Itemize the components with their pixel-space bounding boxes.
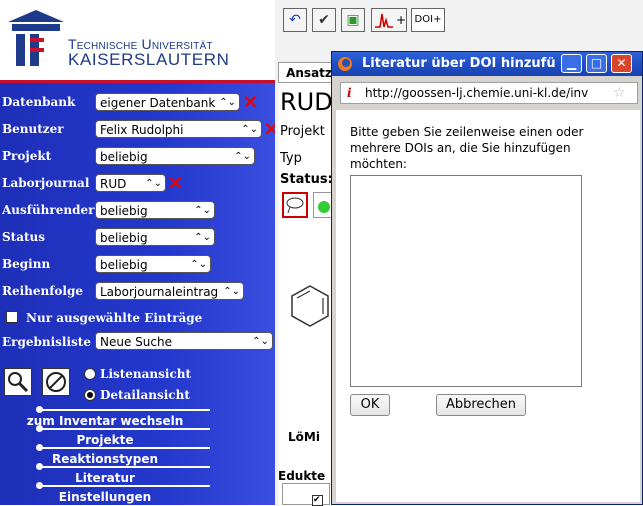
save-icon: ▣ [346, 12, 360, 28]
ok-button[interactable]: OK [350, 394, 390, 416]
list-view-label: Listenansicht [100, 367, 192, 381]
select-arrow-icon: ⌃⌄ [252, 336, 269, 347]
detail-view-label: Detailansicht [100, 388, 190, 402]
clear-laborjournal-icon[interactable]: ✕ [167, 173, 184, 193]
tu-logo-icon [8, 10, 64, 66]
undo-icon: ↶ [289, 12, 301, 28]
checkmark-icon: ✔ [318, 12, 330, 28]
list-view-radio[interactable] [84, 368, 96, 380]
typ-label: Typ [280, 151, 302, 166]
result-list-label: Ergebnisliste [2, 335, 91, 349]
select-reihenfolge[interactable]: Laborjournaleintrag ⌃⌄ [95, 282, 244, 300]
nav-projekte[interactable]: Projekte [20, 433, 190, 447]
nav-bullet-icon [36, 444, 43, 451]
flask-icon [318, 201, 330, 213]
select-status[interactable]: beliebig ⌃⌄ [95, 228, 215, 246]
select-beginn[interactable]: beliebig ⌃⌄ [95, 255, 211, 273]
bookmark-star-icon[interactable]: ☆ [613, 83, 626, 103]
doi-instructions: Bitte geben Sie zeilenweise einen oder m… [350, 125, 584, 171]
filter-label-ausfuehrender: Ausführender [2, 203, 95, 217]
molecule-structure-icon [291, 285, 329, 327]
forbidden-icon [46, 372, 66, 392]
minimize-button[interactable]: ▁ [561, 54, 582, 73]
only-selected-label: Nur ausgewählte Einträge [26, 311, 203, 325]
doi-textarea[interactable] [350, 175, 582, 387]
url-bar[interactable]: i http://goossen-lj.chemie.uni-kl.de/inv… [340, 82, 638, 104]
nav-literatur[interactable]: Literatur [20, 471, 190, 485]
select-arrow-icon: ⌃⌄ [219, 97, 236, 108]
dialog-titlebar[interactable]: Literatur über DOI hinzufü ▁ □ ✕ [332, 52, 642, 76]
confirm-button[interactable]: ✔ [312, 8, 336, 32]
maximize-button[interactable]: □ [586, 54, 607, 73]
nav-einstellungen[interactable]: Einstellungen [20, 490, 190, 504]
select-arrow-icon: ⌃⌄ [145, 178, 162, 189]
nav-divider [40, 409, 210, 411]
nav-divider [40, 485, 210, 487]
select-ausfuehrender[interactable]: beliebig ⌃⌄ [95, 201, 215, 219]
undo-button[interactable]: ↶ [283, 8, 307, 32]
maximize-icon: □ [590, 56, 603, 70]
status-planned-button[interactable] [282, 192, 308, 218]
select-benutzer[interactable]: Felix Rudolphi ⌃⌄ [95, 120, 262, 138]
clear-datenbank-icon[interactable]: ✕ [242, 92, 259, 112]
filter-label-benutzer: Benutzer [2, 122, 64, 136]
dialog-body: Bitte geben Sie zeilenweise einen oder m… [336, 110, 640, 502]
add-doi-button[interactable]: DOI+ [411, 8, 445, 32]
speech-bubble-icon [286, 197, 304, 214]
doi-dialog: Literatur über DOI hinzufü ▁ □ ✕ i http:… [331, 51, 643, 505]
nav-inventar[interactable]: zum Inventar wechseln [20, 414, 190, 428]
select-projekt[interactable]: beliebig ⌃⌄ [95, 147, 255, 165]
loemi-label: LöMi [288, 430, 320, 444]
info-icon: i [347, 86, 352, 100]
dialog-title: Literatur über DOI hinzufü [362, 56, 556, 71]
nav-reaktionstypen[interactable]: Reaktionstypen [20, 452, 190, 466]
select-arrow-icon: ⌃⌄ [234, 151, 251, 162]
filter-label-reihenfolge: Reihenfolge [2, 284, 83, 298]
close-icon: ✕ [616, 56, 627, 70]
select-arrow-icon: ⌃⌄ [194, 232, 211, 243]
nav-bullet-icon [36, 463, 43, 470]
select-arrow-icon: ⌃⌄ [190, 259, 207, 270]
filter-label-projekt: Projekt [2, 149, 52, 163]
edukte-label: Edukte [278, 469, 326, 483]
close-button[interactable]: ✕ [611, 54, 632, 73]
spectrum-icon [375, 13, 393, 28]
select-result-list[interactable]: Neue Suche ⌃⌄ [95, 332, 273, 350]
nav-divider [40, 428, 210, 430]
add-spectrum-button[interactable]: + [371, 8, 407, 32]
nav-bullet-icon [36, 482, 43, 489]
minimize-icon: ▁ [566, 56, 577, 70]
reset-button[interactable] [42, 368, 70, 396]
university-name-line2: Kaiserslautern [68, 50, 230, 69]
filter-label-laborjournal: Laborjournal [2, 176, 90, 190]
edukt-checkbox[interactable]: ✔ [312, 495, 323, 506]
select-datenbank[interactable]: eigener Datenbank ⌃⌄ [95, 93, 240, 111]
projekt-label: Projekt [280, 124, 325, 139]
sidebar: Technische Universität Kaiserslautern Da… [0, 0, 275, 505]
firefox-icon [338, 57, 352, 71]
filter-label-status: Status [2, 230, 46, 244]
nav-divider [40, 466, 210, 468]
page-title: RUD [280, 88, 333, 116]
save-button[interactable]: ▣ [341, 8, 365, 32]
magnifier-icon [8, 372, 29, 393]
filter-label-beginn: Beginn [2, 257, 51, 271]
select-arrow-icon: ⌃⌄ [223, 286, 240, 297]
status-running-button[interactable] [313, 192, 333, 218]
filter-label-datenbank: Datenbank [2, 95, 76, 109]
cancel-button[interactable]: Abbrechen [436, 394, 526, 416]
url-text: http://goossen-lj.chemie.uni-kl.de/inv [365, 86, 589, 100]
nav-divider [40, 447, 210, 449]
status-label: Status: [280, 172, 333, 187]
nav-bullet-icon [36, 425, 43, 432]
select-arrow-icon: ⌃⌄ [241, 124, 258, 135]
only-selected-checkbox[interactable] [6, 311, 18, 323]
search-button[interactable] [4, 368, 32, 396]
university-logo-area: Technische Universität Kaiserslautern [0, 0, 275, 80]
select-arrow-icon: ⌃⌄ [194, 205, 211, 216]
select-laborjournal[interactable]: RUD ⌃⌄ [95, 174, 166, 192]
detail-view-radio[interactable] [84, 389, 96, 401]
clear-benutzer-icon[interactable]: ✕ [263, 119, 275, 139]
